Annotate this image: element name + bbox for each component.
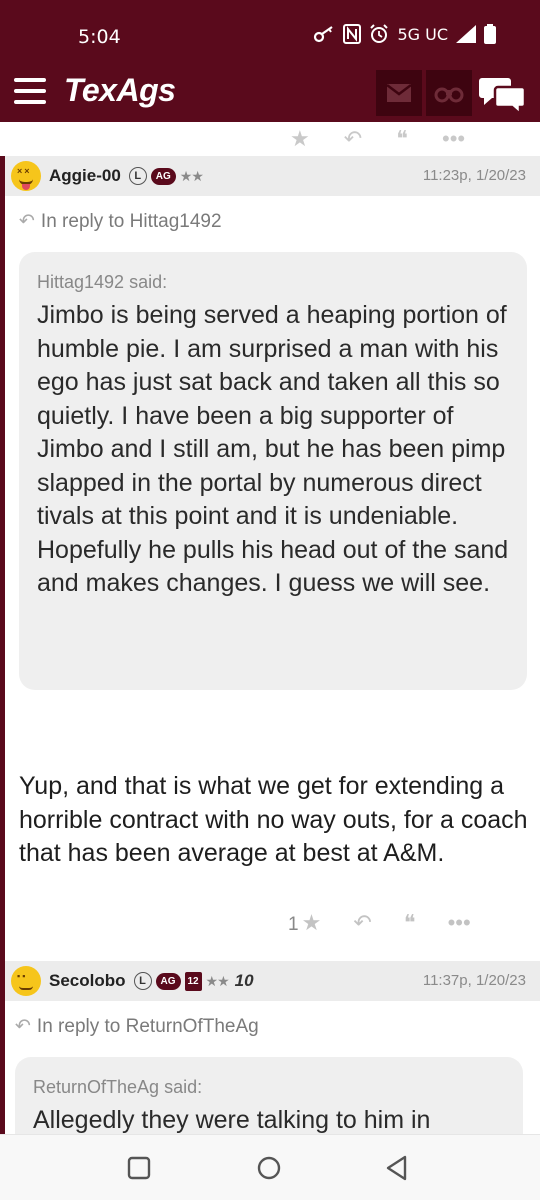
badge-l: L <box>133 972 152 990</box>
chat-button[interactable] <box>478 72 528 117</box>
more-icon[interactable]: ••• <box>442 126 465 152</box>
reply-to-text: In reply to ReturnOfTheAg <box>36 1015 259 1037</box>
quote-text: Allegedly they were talking to him in <box>33 1106 431 1134</box>
quote-icon[interactable]: ❝ <box>404 910 416 936</box>
more-icon[interactable]: ••• <box>448 910 471 936</box>
status-icons: 5G UC <box>313 24 496 44</box>
avatar[interactable]: ▪▪ <box>11 966 41 996</box>
home-button[interactable] <box>254 1155 284 1181</box>
rating-stars: ★★ <box>179 167 204 184</box>
back-button[interactable] <box>382 1155 412 1181</box>
username[interactable]: Aggie-00 <box>49 166 121 186</box>
quote-icon[interactable]: ❝ <box>396 126 408 152</box>
battery-icon <box>484 24 496 44</box>
quote-block: Hittag1492 said: Jimbo is being served a… <box>19 252 527 690</box>
chat-icon <box>479 78 527 117</box>
reply-to-link[interactable]: ↶ In reply to ReturnOfTheAg <box>15 1015 259 1038</box>
post-body: Yup, and that is what we get for extendi… <box>19 772 528 867</box>
star-icon[interactable]: ★ <box>290 126 310 152</box>
reply-to-link[interactable]: ↶ In reply to Hittag1492 <box>19 210 222 233</box>
badge-ag: AG <box>150 167 176 185</box>
post-time: 11:37p, 1/20/23 <box>422 972 526 989</box>
post-time: 11:23p, 1/20/23 <box>422 167 526 184</box>
key-icon <box>313 25 335 43</box>
status-bar: 5:04 5G UC <box>0 0 540 66</box>
previous-post-actions: ★ ↶ ❝ ••• <box>290 122 465 156</box>
post-actions: 1 ★ ↶ ❝ ••• <box>288 910 471 936</box>
badge-10: 10 <box>234 971 254 990</box>
quote-author: ReturnOfTheAg said: <box>33 1077 203 1097</box>
app-header: TexAgs <box>0 66 540 122</box>
system-nav-bar <box>0 1134 540 1200</box>
post: ▪▪ Secolobo L AG 12 ★★ 10 11:37p, 1/20/2… <box>0 961 540 1134</box>
reply-icon[interactable]: ↶ <box>353 910 371 936</box>
binoculars-icon <box>434 87 464 103</box>
nfc-icon <box>343 24 362 44</box>
home-nav-icon <box>257 1156 281 1180</box>
signal-icon <box>456 25 476 43</box>
recent-apps-icon <box>127 1156 151 1180</box>
post: ×× Aggie-00 L AG ★★ 11:23p, 1/20/23 ↶ In… <box>0 156 540 961</box>
status-time: 5:04 <box>78 26 121 48</box>
quote-text: Jimbo is being served a heaping portion … <box>37 301 509 597</box>
reply-arrow-icon: ↶ <box>15 1016 31 1037</box>
alarm-icon <box>369 24 389 44</box>
quote-author: Hittag1492 said: <box>37 272 168 292</box>
reply-to-text: In reply to Hittag1492 <box>40 210 222 232</box>
username[interactable]: Secolobo <box>49 971 126 991</box>
menu-icon[interactable] <box>14 78 48 106</box>
reply-arrow-icon: ↶ <box>19 211 35 232</box>
badge-ag: AG <box>155 972 181 990</box>
back-nav-icon <box>386 1155 407 1181</box>
network-label: 5G UC <box>397 24 448 44</box>
thread-content[interactable]: ★ ↶ ❝ ••• ×× Aggie-00 L AG ★★ 11:23p, 1/… <box>0 122 540 1134</box>
star-icon: ★ <box>301 910 322 935</box>
post-header: ×× Aggie-00 L AG ★★ 11:23p, 1/20/23 <box>5 156 540 196</box>
like-count: 1 <box>288 914 299 935</box>
rating-stars: ★★ <box>205 972 230 989</box>
mail-icon <box>386 84 412 102</box>
badge-l: L <box>128 167 147 185</box>
quote-block: ReturnOfTheAg said: Allegedly they were … <box>15 1057 523 1134</box>
avatar[interactable]: ×× <box>11 161 41 191</box>
like-button[interactable]: 1 ★ <box>288 910 321 936</box>
site-logo[interactable]: TexAgs <box>64 72 176 109</box>
reply-icon[interactable]: ↶ <box>344 126 362 152</box>
recent-apps-button[interactable] <box>124 1155 154 1181</box>
post-header: ▪▪ Secolobo L AG 12 ★★ 10 11:37p, 1/20/2… <box>5 961 540 1001</box>
binoculars-button[interactable] <box>426 70 472 116</box>
badge-12: 12 <box>184 971 202 991</box>
mail-button[interactable] <box>376 70 422 116</box>
